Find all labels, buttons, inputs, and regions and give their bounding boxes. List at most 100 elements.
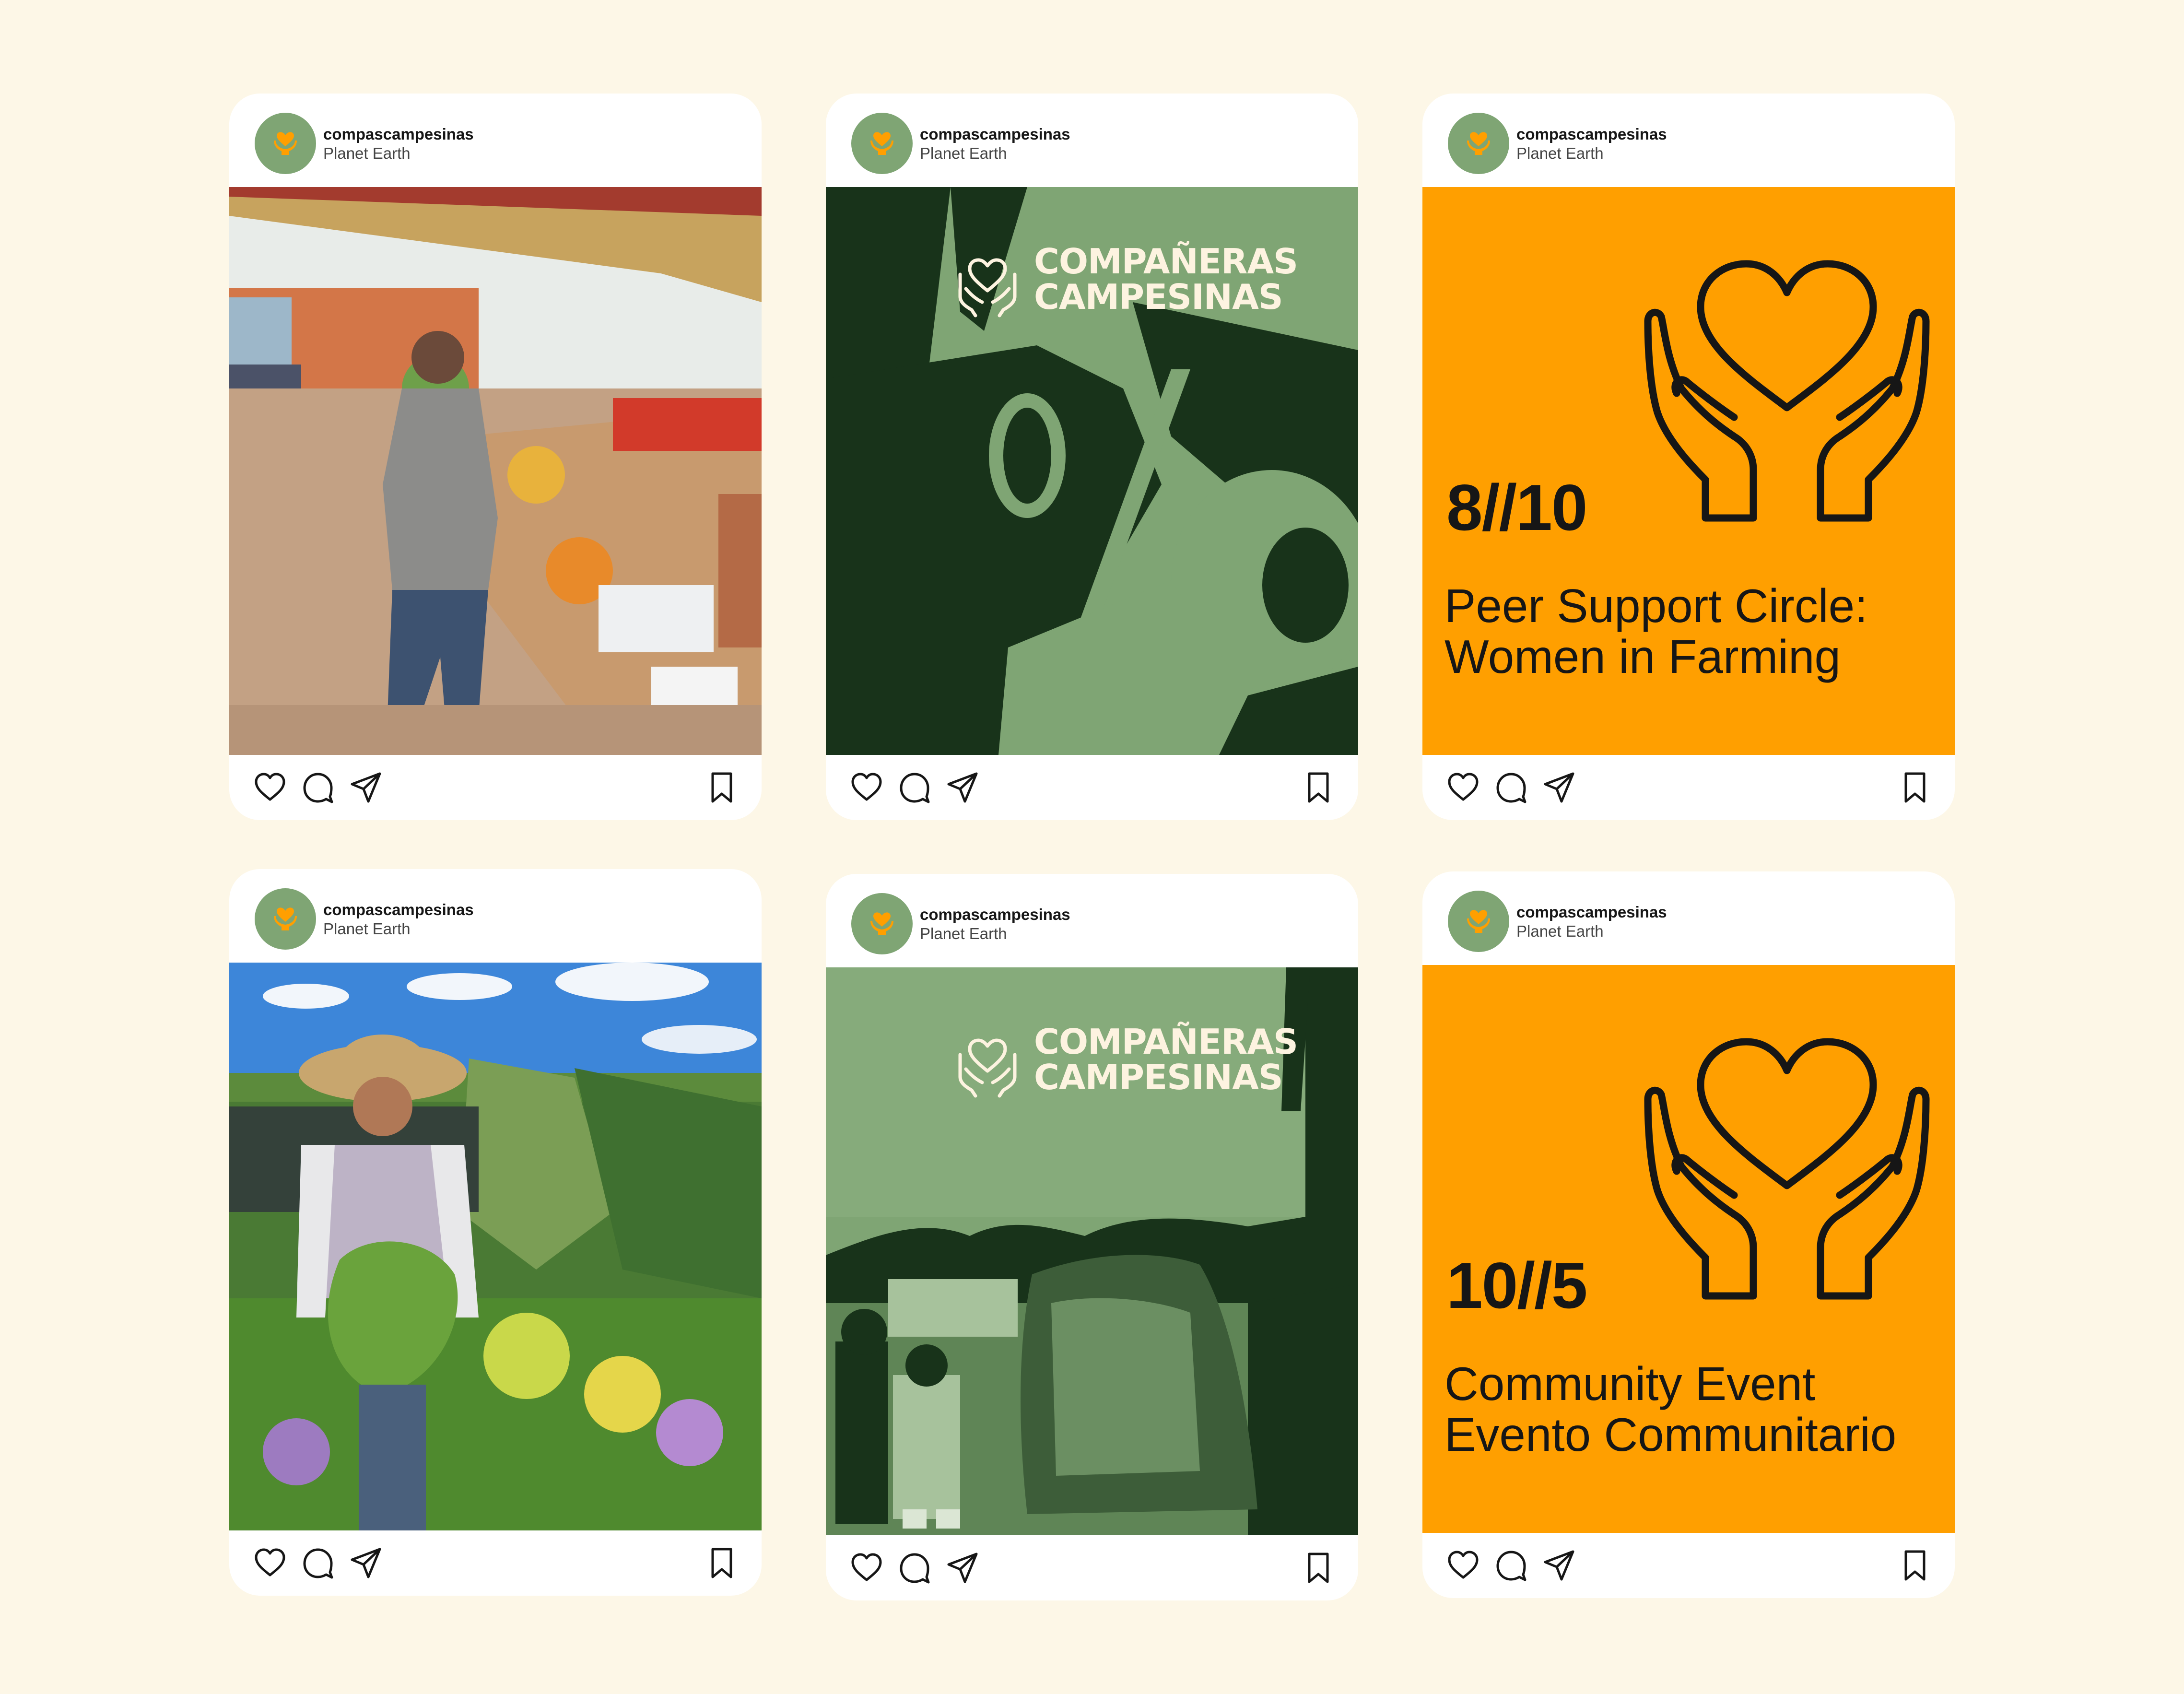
share-button[interactable] [348, 1545, 384, 1581]
like-button[interactable] [849, 770, 884, 805]
post-header: compascampesinas Planet Earth [229, 94, 762, 187]
post-image[interactable]: COMPAÑERAS CAMPESINAS [826, 187, 1358, 755]
heart-icon [255, 773, 285, 801]
brand-logo: COMPAÑERAS CAMPESINAS [951, 244, 1298, 325]
avatar[interactable] [255, 888, 316, 950]
post-actions [229, 1530, 762, 1596]
post-card: compascampesinas Planet Earth [229, 869, 762, 1596]
brand-line-1: COMPAÑERAS [1034, 1022, 1298, 1062]
event-title-line-2: Evento Communitario [1444, 1408, 1897, 1461]
location[interactable]: Planet Earth [920, 144, 1007, 163]
share-button[interactable] [1541, 770, 1577, 805]
comment-icon [303, 773, 333, 803]
brand-line-2: CAMPESINAS [1034, 277, 1283, 317]
heart-icon [1448, 773, 1479, 801]
username[interactable]: compascampesinas [1516, 125, 1667, 143]
bookmark-icon [1904, 772, 1926, 803]
event-title: Peer Support Circle: Women in Farming [1444, 580, 1867, 682]
heart-in-hands-icon [1467, 910, 1490, 933]
comment-button[interactable] [300, 770, 336, 805]
location[interactable]: Planet Earth [1516, 922, 1604, 941]
post-card: compascampesinas Planet Earth 8//10 Peer… [1422, 94, 1955, 820]
avatar[interactable] [851, 113, 913, 174]
location[interactable]: Planet Earth [323, 144, 411, 163]
post-actions [1422, 1533, 1955, 1598]
comment-icon [900, 773, 930, 803]
event-title-line-1: Community Event [1444, 1357, 1816, 1410]
location[interactable]: Planet Earth [920, 925, 1007, 943]
post-actions [826, 1535, 1358, 1600]
bookmark-icon [1904, 1550, 1926, 1581]
comment-button[interactable] [300, 1545, 336, 1581]
post-header: compascampesinas Planet Earth [826, 94, 1358, 187]
save-button[interactable] [1301, 1550, 1336, 1586]
username[interactable]: compascampesinas [920, 125, 1070, 143]
comment-button[interactable] [1493, 1548, 1529, 1583]
post-header: compascampesinas Planet Earth [229, 869, 762, 963]
event-date: 10//5 [1446, 1249, 1587, 1322]
save-button[interactable] [1301, 770, 1336, 805]
farm-stand-photo [229, 187, 762, 755]
post-image[interactable] [229, 187, 762, 755]
heart-icon [1448, 1551, 1479, 1579]
send-icon [1544, 1550, 1574, 1581]
comment-button[interactable] [897, 1550, 932, 1586]
comment-icon [1496, 1551, 1526, 1581]
heart-in-hands-icon [870, 912, 893, 935]
save-button[interactable] [1897, 1548, 1933, 1583]
plant-nursery-photo [229, 963, 762, 1530]
avatar[interactable] [1448, 113, 1509, 174]
username[interactable]: compascampesinas [1516, 903, 1667, 921]
share-button[interactable] [945, 770, 980, 805]
bookmark-icon [1308, 1553, 1329, 1583]
like-button[interactable] [1445, 770, 1481, 805]
like-button[interactable] [849, 1550, 884, 1586]
save-button[interactable] [1897, 770, 1933, 805]
save-button[interactable] [704, 770, 740, 805]
location[interactable]: Planet Earth [1516, 144, 1604, 163]
heart-in-hands-icon [1644, 1038, 1930, 1300]
comment-icon [900, 1553, 930, 1584]
send-icon [1544, 772, 1574, 803]
post-header: compascampesinas Planet Earth [1422, 94, 1955, 187]
post-actions [1422, 755, 1955, 820]
share-button[interactable] [1541, 1548, 1577, 1583]
share-button[interactable] [945, 1550, 980, 1586]
post-image[interactable]: COMPAÑERAS CAMPESINAS [826, 967, 1358, 1535]
post-header: compascampesinas Planet Earth [1422, 871, 1955, 965]
comment-button[interactable] [1493, 770, 1529, 805]
heart-icon [255, 1548, 285, 1576]
post-image[interactable]: 8//10 Peer Support Circle: Women in Farm… [1422, 187, 1955, 755]
post-card: compascampesinas Planet Earth [229, 94, 762, 820]
username[interactable]: compascampesinas [323, 901, 474, 919]
post-card: compascampesinas Planet Earth [826, 874, 1358, 1600]
send-icon [351, 1548, 381, 1578]
save-button[interactable] [704, 1545, 740, 1581]
like-button[interactable] [252, 1545, 288, 1581]
post-image[interactable] [229, 963, 762, 1530]
username[interactable]: compascampesinas [920, 906, 1070, 924]
post-header: compascampesinas Planet Earth [826, 874, 1358, 967]
event-title: Community Event Evento Communitario [1444, 1358, 1896, 1460]
like-button[interactable] [1445, 1548, 1481, 1583]
post-image[interactable]: 10//5 Community Event Evento Communitari… [1422, 965, 1955, 1533]
share-button[interactable] [348, 770, 384, 805]
avatar[interactable] [255, 113, 316, 174]
location[interactable]: Planet Earth [323, 920, 411, 938]
avatar[interactable] [1448, 891, 1509, 952]
brand-wordmark: COMPAÑERAS CAMPESINAS [1034, 244, 1298, 315]
heart-in-hands-icon [958, 258, 1017, 318]
send-icon [351, 772, 381, 803]
like-button[interactable] [252, 770, 288, 805]
event-title-line-2: Women in Farming [1444, 630, 1841, 683]
comment-button[interactable] [897, 770, 932, 805]
username[interactable]: compascampesinas [323, 125, 474, 143]
avatar[interactable] [851, 893, 913, 954]
brand-line-2: CAMPESINAS [1034, 1057, 1283, 1097]
bookmark-icon [1308, 772, 1329, 803]
heart-icon [851, 1553, 882, 1581]
post-card: compascampesinas Planet Earth 10//5 Comm… [1422, 871, 1955, 1598]
bookmark-icon [711, 772, 732, 803]
send-icon [947, 772, 978, 803]
heart-in-hands-icon [274, 907, 297, 930]
